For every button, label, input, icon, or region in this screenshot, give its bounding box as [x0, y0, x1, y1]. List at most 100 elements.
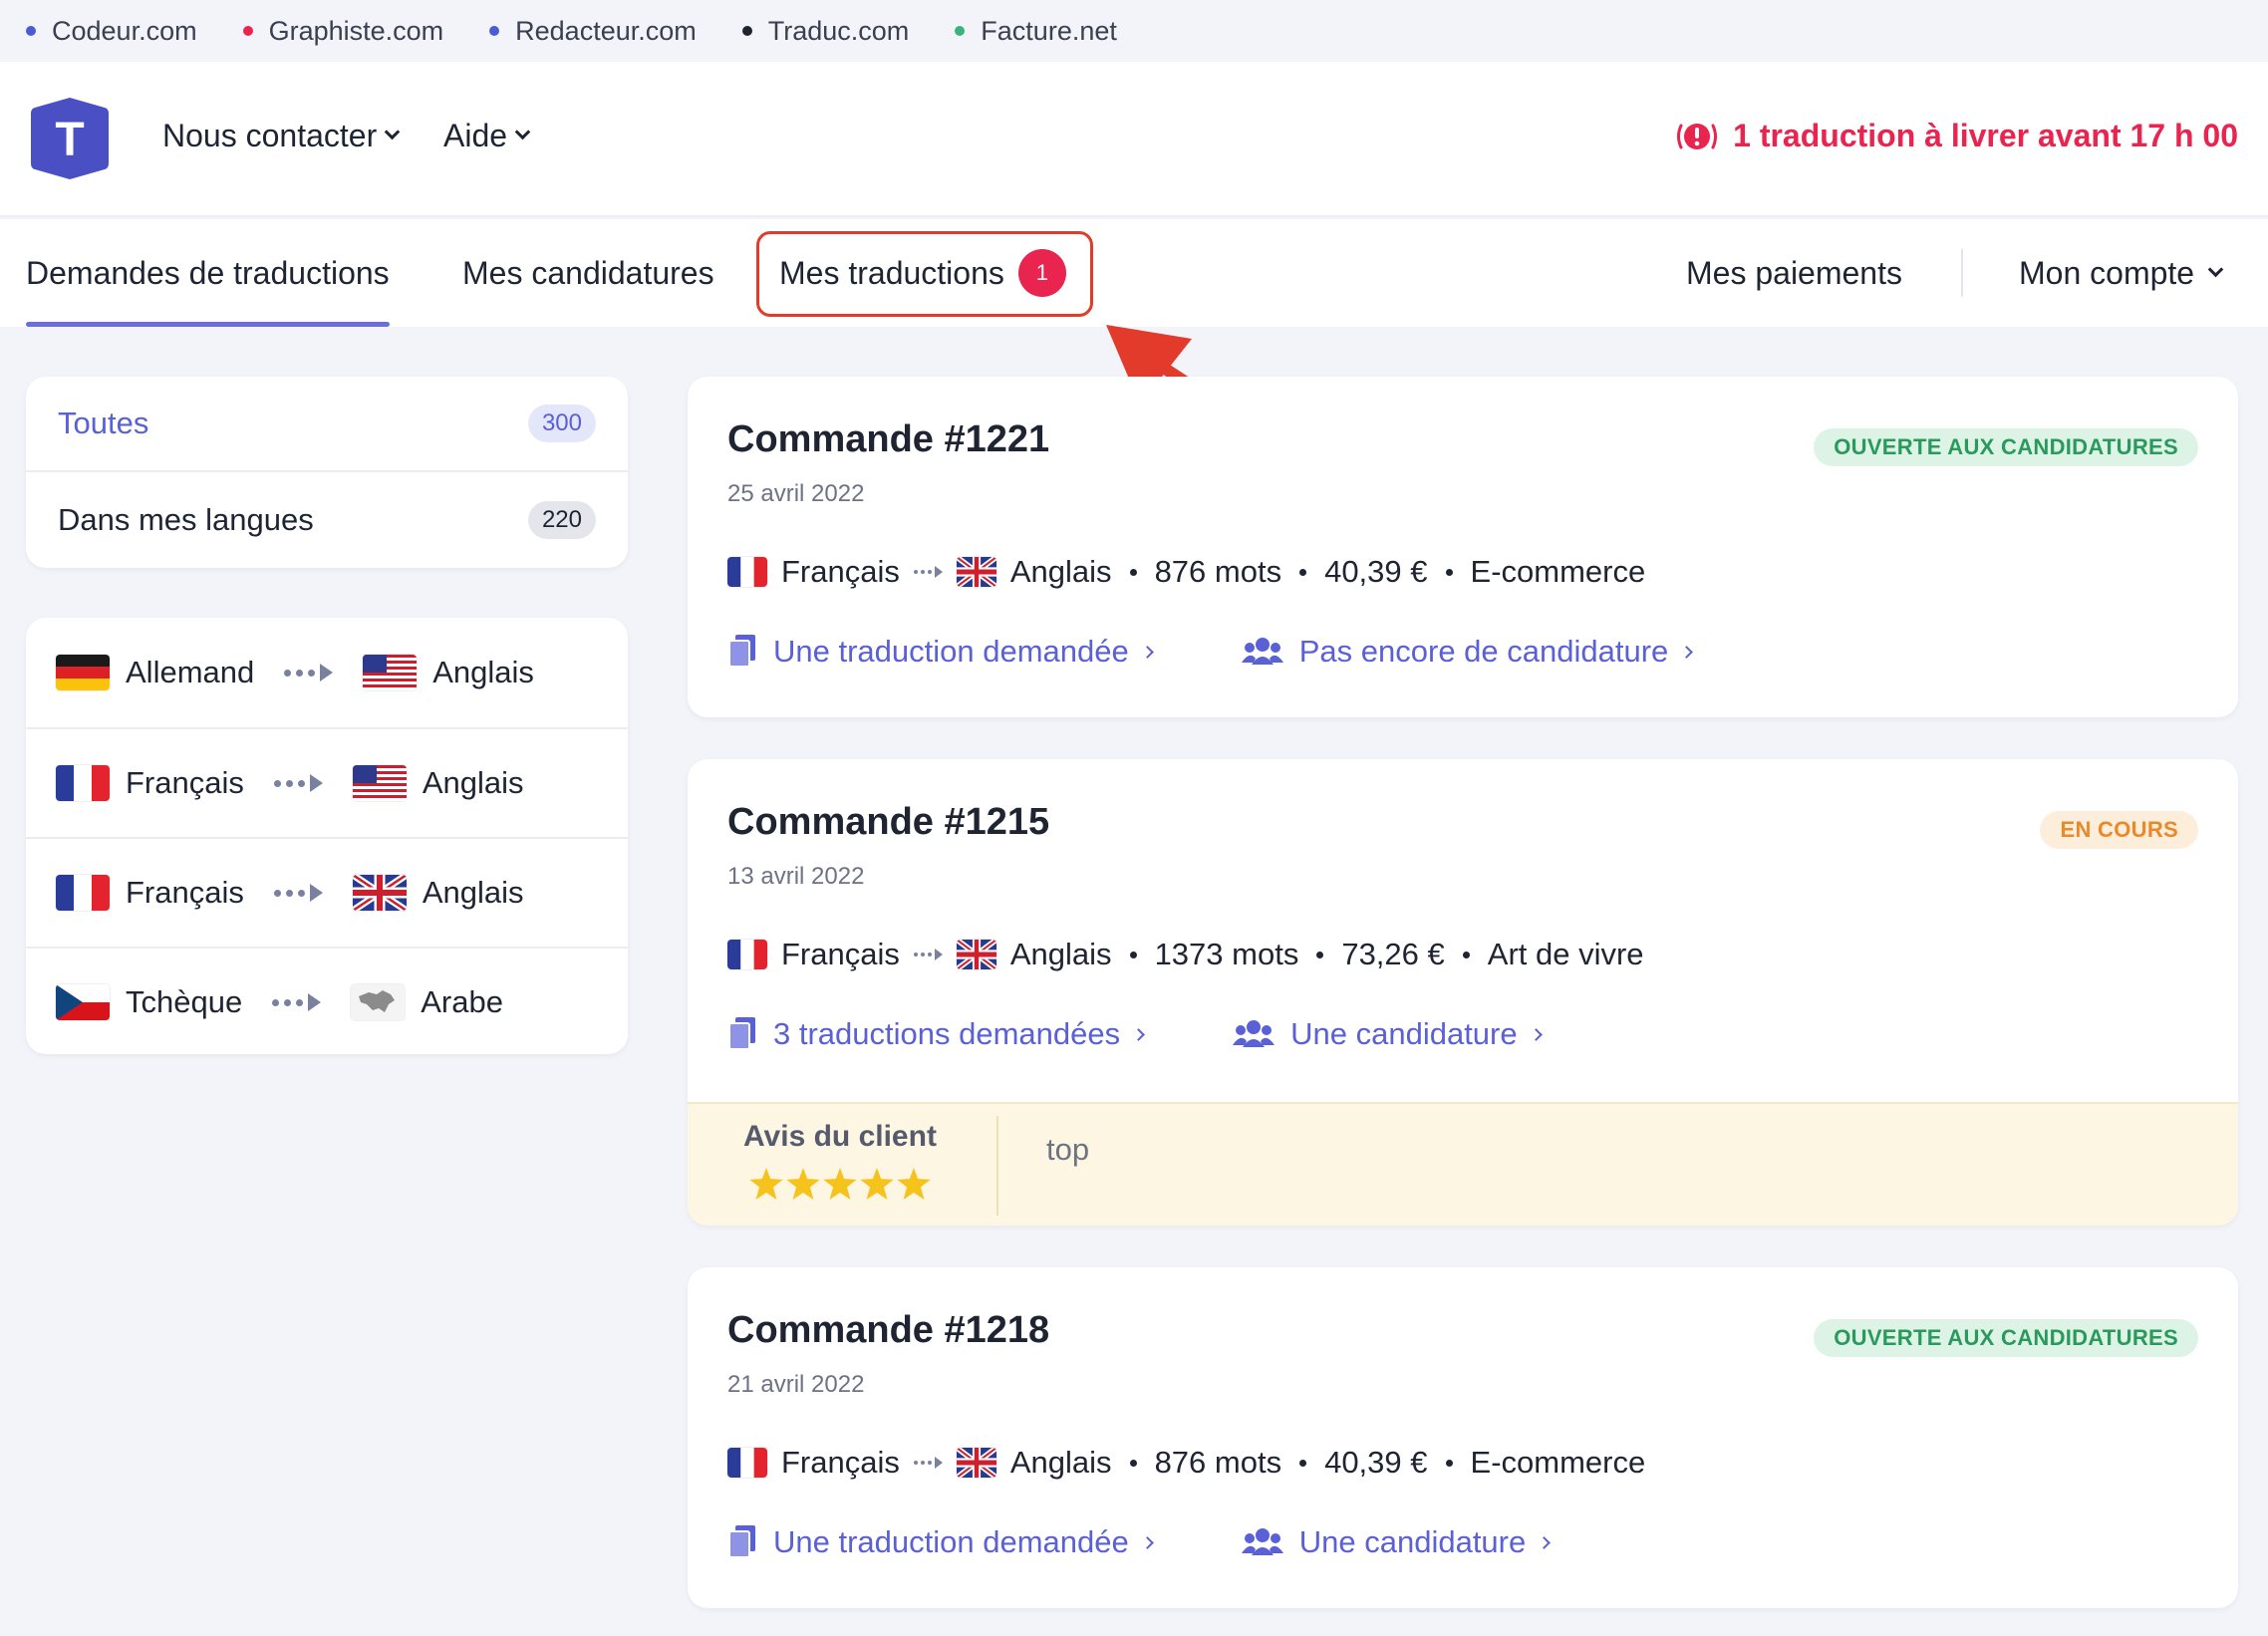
review-divider	[996, 1116, 998, 1216]
order-date: 25 avril 2022	[727, 480, 865, 507]
chevron-right-icon	[1680, 645, 1694, 659]
chevron-down-icon	[384, 124, 401, 140]
flag-czech-icon	[56, 984, 110, 1020]
chevron-down-icon	[2207, 261, 2224, 277]
filter-my-languages[interactable]: Dans mes langues 220	[26, 472, 628, 568]
network-bar: Codeur.com Graphiste.com Redacteur.com T…	[0, 0, 2268, 62]
help-menu[interactable]: Aide	[443, 118, 531, 154]
direction-arrow-icon	[913, 1457, 943, 1469]
filter-count: 300	[527, 405, 596, 442]
direction-arrow-icon	[913, 566, 943, 578]
tab-divider	[1961, 249, 1963, 297]
order-date: 21 avril 2022	[727, 1371, 865, 1398]
flag-uk-icon	[956, 557, 996, 587]
chevron-right-icon	[1140, 645, 1154, 659]
order-title[interactable]: Commande #1215	[727, 801, 1049, 844]
bullet-icon	[242, 26, 253, 36]
flag-france-icon	[56, 875, 110, 911]
language-pairs-card: Allemand Anglais Français Anglais França…	[26, 618, 628, 1054]
star-icon	[749, 1168, 783, 1200]
applications-link[interactable]: Une candidature	[1233, 1016, 1543, 1052]
flag-usa-icon	[352, 765, 407, 801]
bullet-icon	[955, 26, 966, 36]
order-title[interactable]: Commande #1218	[727, 1309, 1049, 1352]
chevron-down-icon	[514, 124, 531, 140]
tab-candidatures[interactable]: Mes candidatures	[462, 219, 714, 327]
network-link-redacteur[interactable]: Redacteur.com	[489, 16, 697, 47]
direction-arrow-icon	[273, 884, 323, 902]
chevron-right-icon	[1529, 1027, 1543, 1041]
users-icon	[1233, 1020, 1276, 1047]
order-links: Une traduction demandée Une candidature	[727, 1524, 1552, 1560]
order-meta: Français Anglais 876 mots 40,39 € E-comm…	[727, 1445, 1645, 1481]
flag-france-icon	[727, 557, 767, 587]
flag-uk-icon	[956, 1448, 996, 1478]
applications-link[interactable]: Une candidature	[1241, 1524, 1552, 1560]
language-pair-item[interactable]: Tchèque Arabe	[26, 947, 628, 1056]
network-link-facture[interactable]: Facture.net	[955, 16, 1117, 47]
documents-icon	[728, 635, 755, 668]
tab-demandes[interactable]: Demandes de traductions	[26, 219, 390, 327]
star-icon	[860, 1168, 894, 1200]
order-links: Une traduction demandée Pas encore de ca…	[727, 634, 1694, 670]
review-text: top	[1046, 1132, 1090, 1167]
flag-uk-icon	[956, 940, 996, 969]
chevron-right-icon	[1140, 1535, 1154, 1549]
order-date: 13 avril 2022	[727, 863, 865, 890]
star-icon	[823, 1168, 857, 1200]
network-link-codeur[interactable]: Codeur.com	[26, 16, 197, 47]
star-icon	[897, 1168, 931, 1200]
direction-arrow-icon	[913, 949, 943, 960]
requested-translations-link[interactable]: 3 traductions demandées	[727, 1016, 1145, 1052]
flag-france-icon	[56, 765, 110, 801]
flag-germany-icon	[56, 655, 110, 690]
status-badge: EN COURS	[2040, 811, 2198, 849]
documents-icon	[728, 1525, 755, 1558]
site-header: T Nous contacter Aide 1 traduction à liv…	[0, 62, 2268, 217]
network-link-traduc[interactable]: Traduc.com	[741, 16, 909, 47]
bullet-icon	[741, 26, 752, 36]
order-card[interactable]: Commande #1221 25 avril 2022 OUVERTE AUX…	[688, 377, 2238, 717]
tab-paiements[interactable]: Mes paiements	[1686, 219, 1902, 327]
status-badge: OUVERTE AUX CANDIDATURES	[1814, 428, 2198, 466]
alert-icon	[1677, 123, 1718, 149]
deadline-alert[interactable]: 1 traduction à livrer avant 17 h 00	[1675, 118, 2238, 154]
direction-arrow-icon	[284, 664, 334, 682]
documents-icon	[728, 1017, 755, 1050]
chevron-right-icon	[1538, 1535, 1552, 1549]
order-card[interactable]: Commande #1218 21 avril 2022 OUVERTE AUX…	[688, 1267, 2238, 1608]
direction-arrow-icon	[272, 993, 322, 1011]
annotation-highlight-box	[756, 231, 1093, 317]
flag-france-icon	[727, 1448, 767, 1478]
review-stars	[749, 1168, 934, 1200]
flag-usa-icon	[363, 655, 418, 690]
applications-link[interactable]: Pas encore de candidature	[1241, 634, 1694, 670]
order-title[interactable]: Commande #1221	[727, 418, 1049, 461]
logo-letter: T	[55, 114, 84, 166]
language-pair-item[interactable]: Français Anglais	[26, 837, 628, 947]
language-pair-item[interactable]: Allemand Anglais	[26, 618, 628, 727]
users-icon	[1241, 1528, 1283, 1555]
contact-menu[interactable]: Nous contacter	[162, 118, 401, 154]
flag-uk-icon	[352, 875, 407, 911]
bullet-icon	[26, 26, 36, 36]
order-meta: Français Anglais 876 mots 40,39 € E-comm…	[727, 554, 1645, 590]
language-pair-item[interactable]: Français Anglais	[26, 727, 628, 837]
flag-france-icon	[727, 940, 767, 969]
order-card[interactable]: Commande #1215 13 avril 2022 EN COURS Fr…	[688, 759, 2238, 1226]
users-icon	[1241, 638, 1283, 665]
star-icon	[786, 1168, 820, 1200]
filter-card: Toutes 300 Dans mes langues 220	[26, 377, 628, 568]
tab-mon-compte[interactable]: Mon compte	[2019, 219, 2224, 327]
order-meta: Français Anglais 1373 mots 73,26 € Art d…	[727, 937, 1644, 972]
network-link-graphiste[interactable]: Graphiste.com	[242, 16, 443, 47]
direction-arrow-icon	[273, 774, 323, 792]
bullet-icon	[489, 26, 500, 36]
filter-all[interactable]: Toutes 300	[26, 377, 628, 472]
main-tabs: Demandes de traductions Mes candidatures…	[0, 219, 2268, 327]
chevron-right-icon	[1132, 1027, 1145, 1041]
requested-translations-link[interactable]: Une traduction demandée	[727, 1524, 1154, 1560]
arab-world-map-icon	[351, 984, 406, 1020]
traduc-logo[interactable]: T	[29, 96, 111, 181]
requested-translations-link[interactable]: Une traduction demandée	[727, 634, 1154, 670]
